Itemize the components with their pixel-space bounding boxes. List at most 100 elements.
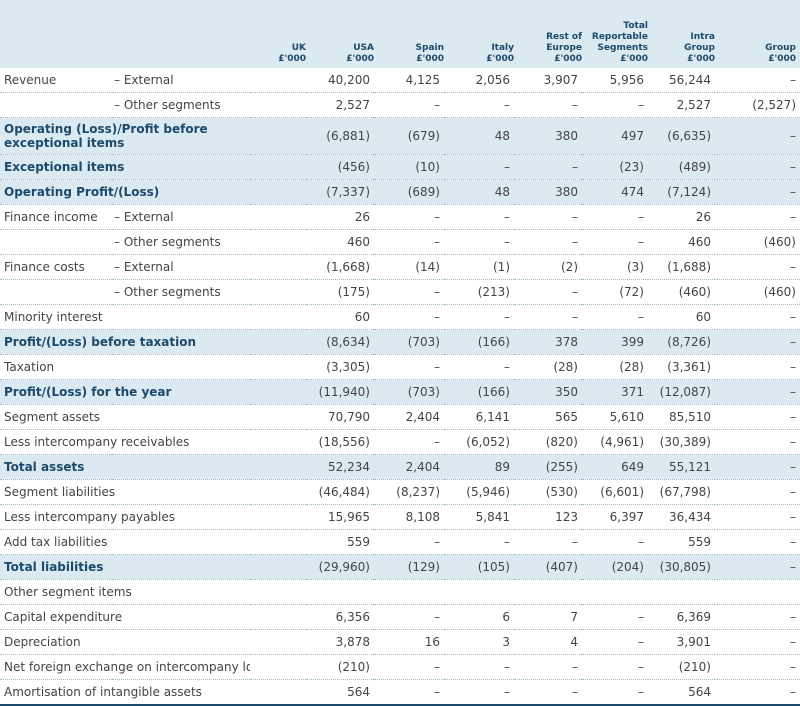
value-cell: –	[444, 529, 514, 555]
row-label: Profit/(Loss) for the year	[0, 379, 250, 405]
table-row: Add tax liabilities559––––559–559	[0, 529, 800, 555]
value-cell: (129)	[374, 554, 444, 580]
value-cell: –	[715, 304, 800, 330]
value-cell	[648, 579, 715, 605]
value-cell: (460)	[715, 279, 800, 305]
row-label: Total assets	[0, 454, 250, 480]
row-sublabel: – Other segments	[112, 92, 250, 118]
value-cell: 5,610	[582, 404, 648, 430]
value-cell: 2,404	[374, 454, 444, 480]
value-cell: 55,121	[648, 454, 715, 480]
row-sublabel: – Other segments	[112, 229, 250, 255]
value-cell	[715, 579, 800, 605]
value-cell: 2,056	[444, 68, 514, 93]
value-cell: (5,946)	[444, 479, 514, 505]
spacer-cell	[250, 629, 306, 655]
value-cell: 4	[514, 629, 582, 655]
value-cell: 649	[582, 454, 648, 480]
value-cell: (3,305)	[306, 354, 374, 380]
value-cell: 399	[582, 329, 648, 355]
table-row: Less intercompany payables 15,965 8,108 5,8…	[0, 504, 800, 530]
value-cell: –	[374, 529, 444, 555]
value-cell: 564	[648, 679, 715, 706]
value-cell	[444, 579, 514, 605]
value-cell: 6,141	[444, 404, 514, 430]
value-cell: (8,237)	[374, 479, 444, 505]
value-cell: (12,087)	[648, 379, 715, 405]
table-row: – Other segments2,527––––2,527(2,527)–	[0, 92, 800, 118]
value-cell: –	[374, 354, 444, 380]
value-cell: 2,527	[648, 92, 715, 118]
spacer-cell	[250, 68, 306, 93]
value-cell: 564	[306, 679, 374, 706]
value-cell: 40,200	[306, 68, 374, 93]
row-label: Net foreign exchange on intercompany loa…	[0, 654, 250, 680]
col-header-total-reportable: Total Reportable Segments £'000	[591, 21, 648, 64]
value-cell: –	[374, 304, 444, 330]
value-cell: 48	[444, 117, 514, 155]
value-cell: –	[582, 529, 648, 555]
value-cell: 5,841	[444, 504, 514, 530]
value-cell: –	[715, 354, 800, 380]
value-cell: –	[514, 679, 582, 706]
data-table: Revenue – External 40,200 4,125 2,056 3,907 5,…	[0, 68, 800, 706]
value-cell: (2)	[514, 254, 582, 280]
table-row: Segment assets 70,790 2,404 6,141 565 5,610 85…	[0, 404, 800, 430]
value-cell: –	[715, 604, 800, 630]
value-cell: (30,389)	[648, 429, 715, 455]
value-cell: (679)	[374, 117, 444, 155]
value-cell: (1,668)	[306, 254, 374, 280]
row-label: Operating Profit/(Loss)	[0, 179, 250, 205]
value-cell: –	[715, 629, 800, 655]
table-row: Capital expenditure6,356–67–6,369–6,369	[0, 604, 800, 630]
value-cell: (213)	[444, 279, 514, 305]
row-sublabel: – External	[112, 68, 250, 93]
value-cell: –	[444, 92, 514, 118]
row-label: Segment liabilities	[0, 479, 250, 505]
value-cell: –	[582, 229, 648, 255]
row-label: Minority interest	[0, 304, 250, 330]
col-header-italy: Italy £'000	[486, 43, 514, 64]
value-cell: 3,907	[514, 68, 582, 93]
value-cell: (703)	[374, 379, 444, 405]
value-cell: (175)	[306, 279, 374, 305]
value-cell: 60	[648, 304, 715, 330]
value-cell: (255)	[514, 454, 582, 480]
value-cell: 5,956	[582, 68, 648, 93]
spacer-cell	[250, 379, 306, 405]
value-cell: (166)	[444, 329, 514, 355]
spacer-cell	[250, 329, 306, 355]
value-cell: (6,881)	[306, 117, 374, 155]
value-cell: 559	[648, 529, 715, 555]
value-cell: –	[715, 117, 800, 155]
spacer-cell	[250, 254, 306, 280]
spacer-cell	[250, 204, 306, 230]
row-label	[0, 92, 112, 118]
value-cell: (689)	[374, 179, 444, 205]
value-cell: 89	[444, 454, 514, 480]
value-cell: (2,527)	[715, 92, 800, 118]
value-cell: 70,790	[306, 404, 374, 430]
table-row: – Other segments (175) – (213) – (72) (460) (46…	[0, 279, 800, 305]
value-cell: –	[715, 654, 800, 680]
value-cell: –	[715, 379, 800, 405]
spacer-cell	[250, 454, 306, 480]
value-cell: 3,878	[306, 629, 374, 655]
value-cell: (28)	[514, 354, 582, 380]
value-cell: (14)	[374, 254, 444, 280]
value-cell	[582, 579, 648, 605]
row-sublabel: – External	[112, 204, 250, 230]
spacer-cell	[250, 179, 306, 205]
value-cell: –	[514, 204, 582, 230]
value-cell: 497	[582, 117, 648, 155]
value-cell: –	[514, 654, 582, 680]
value-cell: (6,601)	[582, 479, 648, 505]
spacer-cell	[250, 117, 306, 155]
value-cell: –	[444, 304, 514, 330]
value-cell: –	[715, 179, 800, 205]
value-cell: (460)	[715, 229, 800, 255]
row-label	[0, 229, 112, 255]
table-row: Amortisation of intangible assets 564– – – –…	[0, 679, 800, 706]
row-label: Amortisation of intangible assets	[0, 679, 250, 706]
value-cell: 26	[306, 204, 374, 230]
